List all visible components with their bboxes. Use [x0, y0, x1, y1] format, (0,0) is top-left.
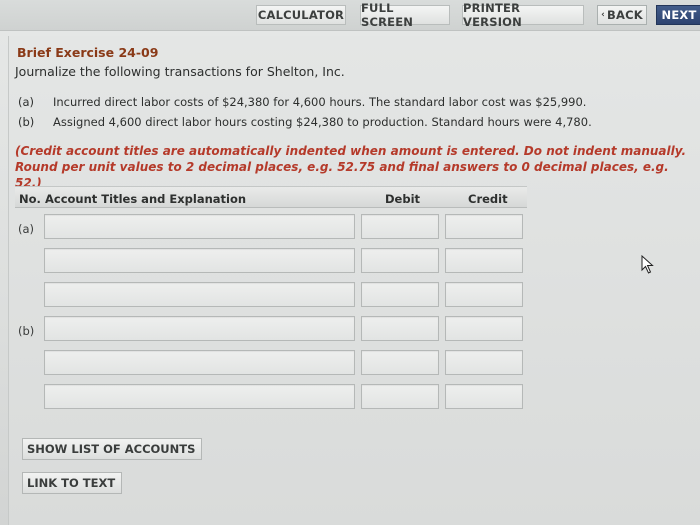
full-screen-button[interactable]: FULL SCREEN: [360, 1, 450, 29]
toolbar-divider: [0, 30, 700, 31]
mouse-cursor-icon: [641, 255, 654, 274]
account-title-input[interactable]: [44, 316, 355, 341]
header-debit: Debit: [385, 192, 421, 206]
instructions-text: (Credit account titles are automatically…: [15, 144, 687, 190]
next-button[interactable]: NEXT: [656, 5, 700, 25]
account-title-input[interactable]: [44, 384, 355, 409]
transaction-text: Assigned 4,600 direct labor hours costin…: [53, 115, 592, 129]
transaction-text: Incurred direct labor costs of $24,380 f…: [53, 95, 587, 109]
exercise-title: Brief Exercise 24-09: [17, 45, 159, 60]
group-label-a: (a): [18, 222, 35, 236]
back-button[interactable]: ‹ BACK: [597, 5, 647, 25]
credit-input[interactable]: [445, 214, 523, 239]
account-title-input[interactable]: [44, 350, 355, 375]
transaction-a: (a) Incurred direct labor costs of $24,38…: [18, 95, 586, 109]
group-label-b: (b): [18, 324, 35, 338]
journal-table-header: No. Account Titles and Explanation Debit…: [15, 186, 527, 208]
link-to-text-button[interactable]: LINK TO TEXT: [22, 472, 122, 494]
account-title-input[interactable]: [44, 282, 355, 307]
credit-input[interactable]: [445, 350, 523, 375]
chevron-left-icon: ‹: [601, 10, 606, 20]
debit-input[interactable]: [361, 350, 439, 375]
show-list-of-accounts-button[interactable]: SHOW LIST OF ACCOUNTS: [22, 438, 202, 460]
exercise-subtitle: Journalize the following transactions fo…: [15, 64, 345, 79]
debit-input[interactable]: [361, 248, 439, 273]
debit-input[interactable]: [361, 282, 439, 307]
credit-input[interactable]: [445, 384, 523, 409]
back-label: BACK: [607, 8, 643, 22]
credit-input[interactable]: [445, 316, 523, 341]
account-title-input[interactable]: [44, 214, 355, 239]
printer-version-button[interactable]: PRINTER VERSION: [462, 1, 584, 29]
header-credit: Credit: [468, 192, 508, 206]
header-account: Account Titles and Explanation: [45, 192, 247, 206]
header-no: No.: [19, 192, 41, 206]
transaction-label: (b): [18, 115, 35, 129]
top-toolbar: CALCULATOR FULL SCREEN PRINTER VERSION ‹…: [0, 0, 700, 30]
debit-input[interactable]: [361, 214, 439, 239]
debit-input[interactable]: [361, 316, 439, 341]
credit-input[interactable]: [445, 282, 523, 307]
calculator-button[interactable]: CALCULATOR: [256, 5, 346, 25]
credit-input[interactable]: [445, 248, 523, 273]
account-title-input[interactable]: [44, 248, 355, 273]
transaction-b: (b) Assigned 4,600 direct labor hours cos…: [18, 115, 592, 129]
transaction-label: (a): [18, 95, 35, 109]
debit-input[interactable]: [361, 384, 439, 409]
